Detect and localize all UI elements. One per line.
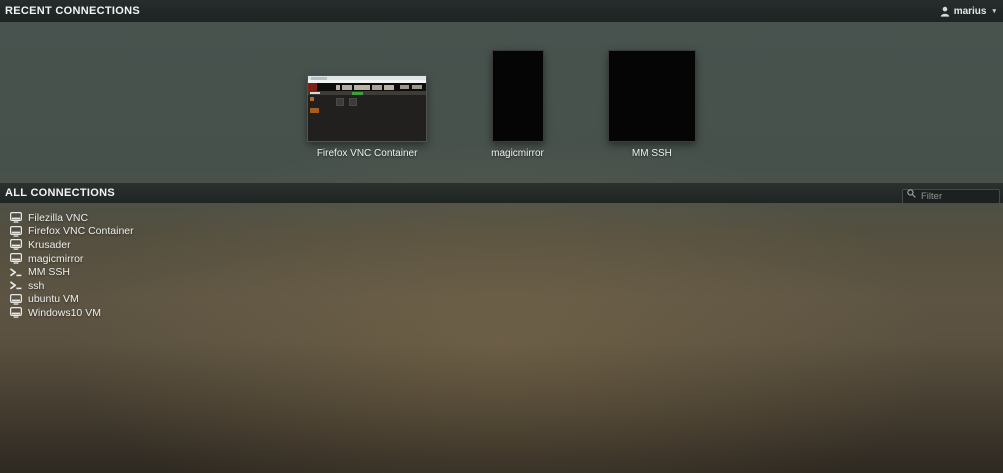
user-menu-button[interactable]: marius ▾ xyxy=(940,6,996,17)
recent-connection-firefox-vnc[interactable]: Firefox VNC Container xyxy=(307,75,427,159)
recent-connections-area: Firefox VNC Container magicmirror MM SSH xyxy=(0,22,1003,183)
monitor-icon xyxy=(10,307,22,318)
monitor-icon xyxy=(10,253,22,264)
monitor-icon xyxy=(10,239,22,250)
recent-connection-mm-ssh[interactable]: MM SSH xyxy=(608,50,696,159)
connection-list-item[interactable]: Filezilla VNC xyxy=(0,211,1003,225)
recent-connection-magicmirror[interactable]: magicmirror xyxy=(491,50,544,159)
magicmirror-thumbnail xyxy=(492,50,544,142)
firefox-vnc-thumbnail xyxy=(307,75,427,142)
terminal-icon xyxy=(10,280,22,291)
username-label: marius xyxy=(954,6,987,17)
connection-list-item[interactable]: Windows10 VM xyxy=(0,306,1003,320)
connection-list-item[interactable]: MM SSH xyxy=(0,265,1003,279)
monitor-icon xyxy=(10,294,22,305)
connection-list-item[interactable]: magicmirror xyxy=(0,252,1003,266)
search-icon xyxy=(907,189,916,198)
monitor-icon xyxy=(10,212,22,223)
thumbnail-caption: magicmirror xyxy=(491,148,544,159)
page-title: RECENT CONNECTIONS xyxy=(5,5,140,17)
connection-list-item[interactable]: ubuntu VM xyxy=(0,293,1003,307)
all-connections-bar: ALL CONNECTIONS xyxy=(0,183,1003,203)
all-connections-title: ALL CONNECTIONS xyxy=(5,187,115,199)
thumbnail-caption: Firefox VNC Container xyxy=(317,148,418,159)
connection-list: Filezilla VNC Firefox VNC Container xyxy=(0,211,1003,320)
thumbnail-site-body xyxy=(308,95,426,141)
mm-ssh-thumbnail xyxy=(608,50,696,142)
connection-list-item[interactable]: ssh xyxy=(0,279,1003,293)
chevron-down-icon: ▾ xyxy=(992,7,996,15)
monitor-icon xyxy=(10,226,22,237)
thumbnail-site-header xyxy=(308,83,426,91)
header-bar: RECENT CONNECTIONS marius ▾ xyxy=(0,0,1003,22)
connection-list-item[interactable]: Krusader xyxy=(0,238,1003,252)
terminal-icon xyxy=(10,267,22,278)
connection-list-item[interactable]: Firefox VNC Container xyxy=(0,225,1003,239)
thumbnail-caption: MM SSH xyxy=(632,148,672,159)
thumbnail-browser-tabbar xyxy=(308,76,426,80)
filter-input[interactable] xyxy=(902,189,1000,204)
filter-box xyxy=(902,186,1000,201)
user-icon xyxy=(940,6,950,17)
